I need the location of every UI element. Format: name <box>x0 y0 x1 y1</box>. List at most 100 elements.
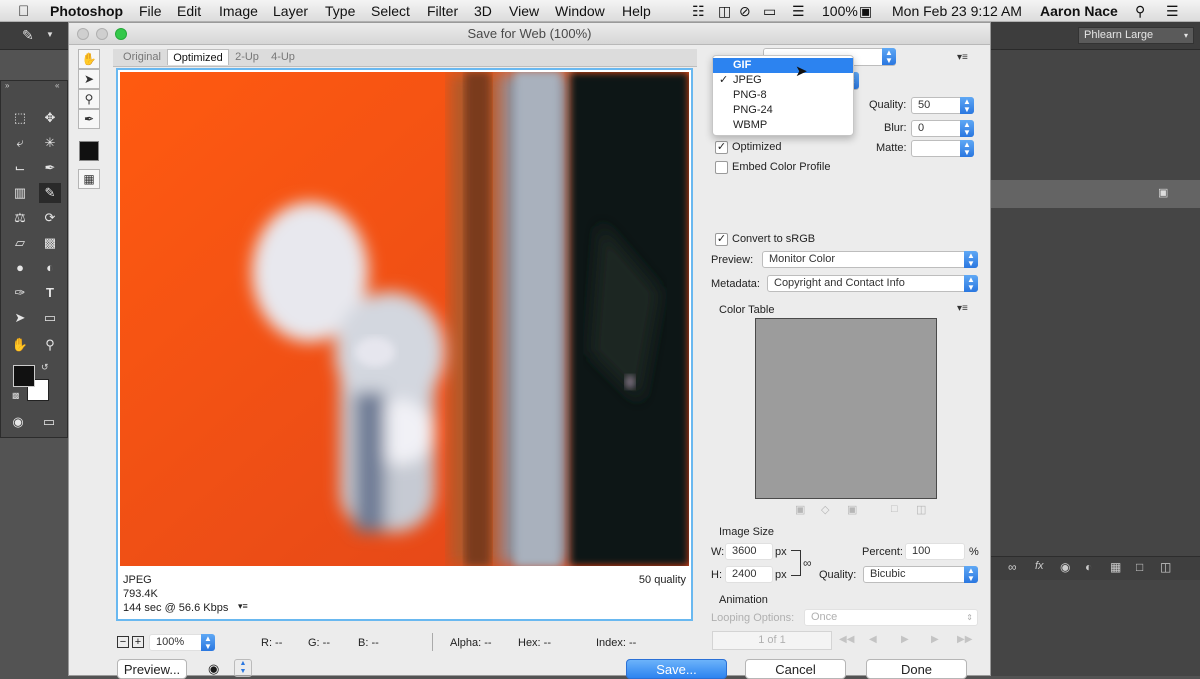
history-brush-icon[interactable]: ⟳ <box>39 208 61 228</box>
gradient-tool-icon[interactable]: ▩ <box>39 233 61 253</box>
eyedropper-tool-icon[interactable]: ✒ <box>39 158 61 178</box>
width-field[interactable]: 3600 <box>725 543 773 560</box>
menu-image[interactable]: Image <box>219 3 258 19</box>
close-button[interactable] <box>77 28 89 40</box>
format-option-png24[interactable]: PNG-24 <box>713 103 853 118</box>
first-frame-icon[interactable]: ◀◀ <box>839 634 854 645</box>
workspace-select[interactable]: Phlearn Large ▾ <box>1078 27 1194 44</box>
menu-filter[interactable]: Filter <box>427 3 458 19</box>
format-option-gif[interactable]: GIF <box>713 58 853 73</box>
layer-row-selected[interactable] <box>990 180 1200 208</box>
trash-icon[interactable]: ◫ <box>1160 560 1171 574</box>
menu-type[interactable]: Type <box>325 3 355 19</box>
dodge-tool-icon[interactable]: ◐ <box>39 258 61 278</box>
menu-view[interactable]: View <box>509 3 539 19</box>
rectangle-tool-icon[interactable]: ▭ <box>39 308 61 328</box>
zoom-out-button[interactable]: − <box>117 636 129 648</box>
trash-icon[interactable]: ◫ <box>916 503 926 516</box>
collapse-icon[interactable]: « <box>55 81 59 90</box>
tab-4up[interactable]: 4-Up <box>265 49 301 65</box>
menu-3d[interactable]: 3D <box>474 3 492 19</box>
done-button[interactable]: Done <box>866 659 967 679</box>
list-icon[interactable]: ☰ <box>1166 3 1179 20</box>
tab-optimized[interactable]: Optimized <box>167 49 229 65</box>
play-icon[interactable]: ▶ <box>901 634 909 645</box>
browser-icon[interactable]: ◉ <box>208 661 219 677</box>
eyedropper-color-swatch[interactable] <box>79 141 99 161</box>
screen-mode-icon[interactable]: ▭ <box>38 412 60 432</box>
chevron-down-icon[interactable]: ▼ <box>46 30 54 39</box>
clock[interactable]: Mon Feb 23 9:12 AM <box>892 3 1022 19</box>
brush-tool-icon[interactable]: ✎ <box>22 27 34 44</box>
zoom-tool-icon[interactable]: ⚲ <box>78 89 100 109</box>
optimized-checkbox[interactable]: ✓ <box>715 141 728 154</box>
layer-mask-icon[interactable]: ◉ <box>1060 560 1070 574</box>
adjustment-layer-icon[interactable]: ◐ <box>1085 560 1092 574</box>
link-chain-icon[interactable]: ∞ <box>803 556 812 570</box>
map-color-icon[interactable]: ▣ <box>795 503 805 516</box>
move-tool-icon[interactable]: ✥ <box>39 108 61 128</box>
apple-icon[interactable]:  <box>18 3 29 20</box>
collapse-icon[interactable]: » <box>5 81 9 90</box>
lasso-tool-icon[interactable]: ⤶ <box>9 133 31 153</box>
magic-wand-icon[interactable]: ✳ <box>39 133 61 153</box>
new-color-icon[interactable]: □ <box>891 503 898 515</box>
optimized-preview-frame[interactable]: JPEG 793.4K 144 sec @ 56.6 Kbps ▾≡ 50 qu… <box>116 68 693 621</box>
menu-select[interactable]: Select <box>371 3 410 19</box>
stamp-tool-icon[interactable]: ⚖ <box>9 208 31 228</box>
color-table-menu-icon[interactable]: ▾≡ <box>957 303 968 314</box>
toggle-slices-icon[interactable]: ▦ <box>78 169 100 189</box>
brush-tool-icon[interactable]: ✎ <box>39 183 61 203</box>
blur-tool-icon[interactable]: ● <box>9 258 31 278</box>
browser-select[interactable]: ▲ ▼ <box>234 659 252 677</box>
foreground-color-swatch[interactable] <box>13 365 35 387</box>
tab-2up[interactable]: 2-Up <box>229 49 265 65</box>
embed-color-profile-checkbox[interactable] <box>715 161 728 174</box>
evernote-icon[interactable]: ☷ <box>692 3 705 20</box>
format-option-png8[interactable]: PNG-8 <box>713 88 853 103</box>
path-selection-icon[interactable]: ➤ <box>9 308 31 328</box>
zoom-tool-icon[interactable]: ⚲ <box>39 335 61 355</box>
preview-button[interactable]: Preview... <box>117 659 187 679</box>
crop-tool-icon[interactable]: ⌙ <box>9 158 31 178</box>
link-layers-icon[interactable]: ∞ <box>1008 560 1017 574</box>
convert-srgb-checkbox[interactable]: ✓ <box>715 233 728 246</box>
web-shift-icon[interactable]: ◇ <box>821 503 829 516</box>
hand-tool-icon[interactable]: ✋ <box>78 49 100 69</box>
format-option-wbmp[interactable]: WBMP <box>713 118 853 133</box>
last-frame-icon[interactable]: ▶▶ <box>957 634 972 645</box>
lock-color-icon[interactable]: ▣ <box>847 503 857 516</box>
preview-image[interactable] <box>120 72 689 566</box>
quick-mask-icon[interactable]: ◉ <box>7 412 29 432</box>
wifi-icon[interactable]: ☰ <box>792 3 805 20</box>
marquee-tool-icon[interactable]: ⬚ <box>9 108 31 128</box>
swap-colors-icon[interactable]: ↺ <box>41 362 49 373</box>
hand-tool-icon[interactable]: ✋ <box>9 335 31 355</box>
new-group-icon[interactable]: ▦ <box>1110 560 1121 574</box>
optimize-menu-icon[interactable]: ▾≡ <box>957 52 968 63</box>
previous-frame-icon[interactable]: ◀ <box>869 634 877 645</box>
zoom-select[interactable]: 100% ▲ ▼ <box>149 634 215 651</box>
next-frame-icon[interactable]: ▶ <box>931 634 939 645</box>
height-field[interactable]: 2400 <box>725 566 773 583</box>
zoom-in-button[interactable]: + <box>132 636 144 648</box>
eyedropper-tool-icon[interactable]: ✒ <box>78 109 100 129</box>
menu-edit[interactable]: Edit <box>177 3 201 19</box>
search-icon[interactable]: ⚲ <box>1135 3 1145 20</box>
zoom-button[interactable] <box>115 28 127 40</box>
healing-brush-icon[interactable]: ▥ <box>9 183 31 203</box>
preview-select[interactable]: Monitor Color ▲ ▼ <box>762 251 978 268</box>
pen-tool-icon[interactable]: ✑ <box>9 283 31 303</box>
app-menu[interactable]: Photoshop <box>50 3 123 19</box>
blur-field[interactable]: 0 ▲ ▼ <box>911 120 974 137</box>
percent-field[interactable]: 100 <box>905 543 965 560</box>
circle-slash-icon[interactable]: ⊘ <box>739 3 751 20</box>
clipboard-icon[interactable]: ◫ <box>718 3 731 20</box>
format-option-jpeg[interactable]: ✓ JPEG <box>713 73 853 88</box>
metadata-select[interactable]: Copyright and Contact Info ▲ ▼ <box>767 275 978 292</box>
menu-window[interactable]: Window <box>555 3 605 19</box>
user-name[interactable]: Aaron Nace <box>1040 3 1118 19</box>
color-table[interactable] <box>755 318 937 499</box>
looping-select[interactable]: Once ⇕ <box>804 609 978 626</box>
fx-icon[interactable]: fx <box>1035 560 1044 572</box>
